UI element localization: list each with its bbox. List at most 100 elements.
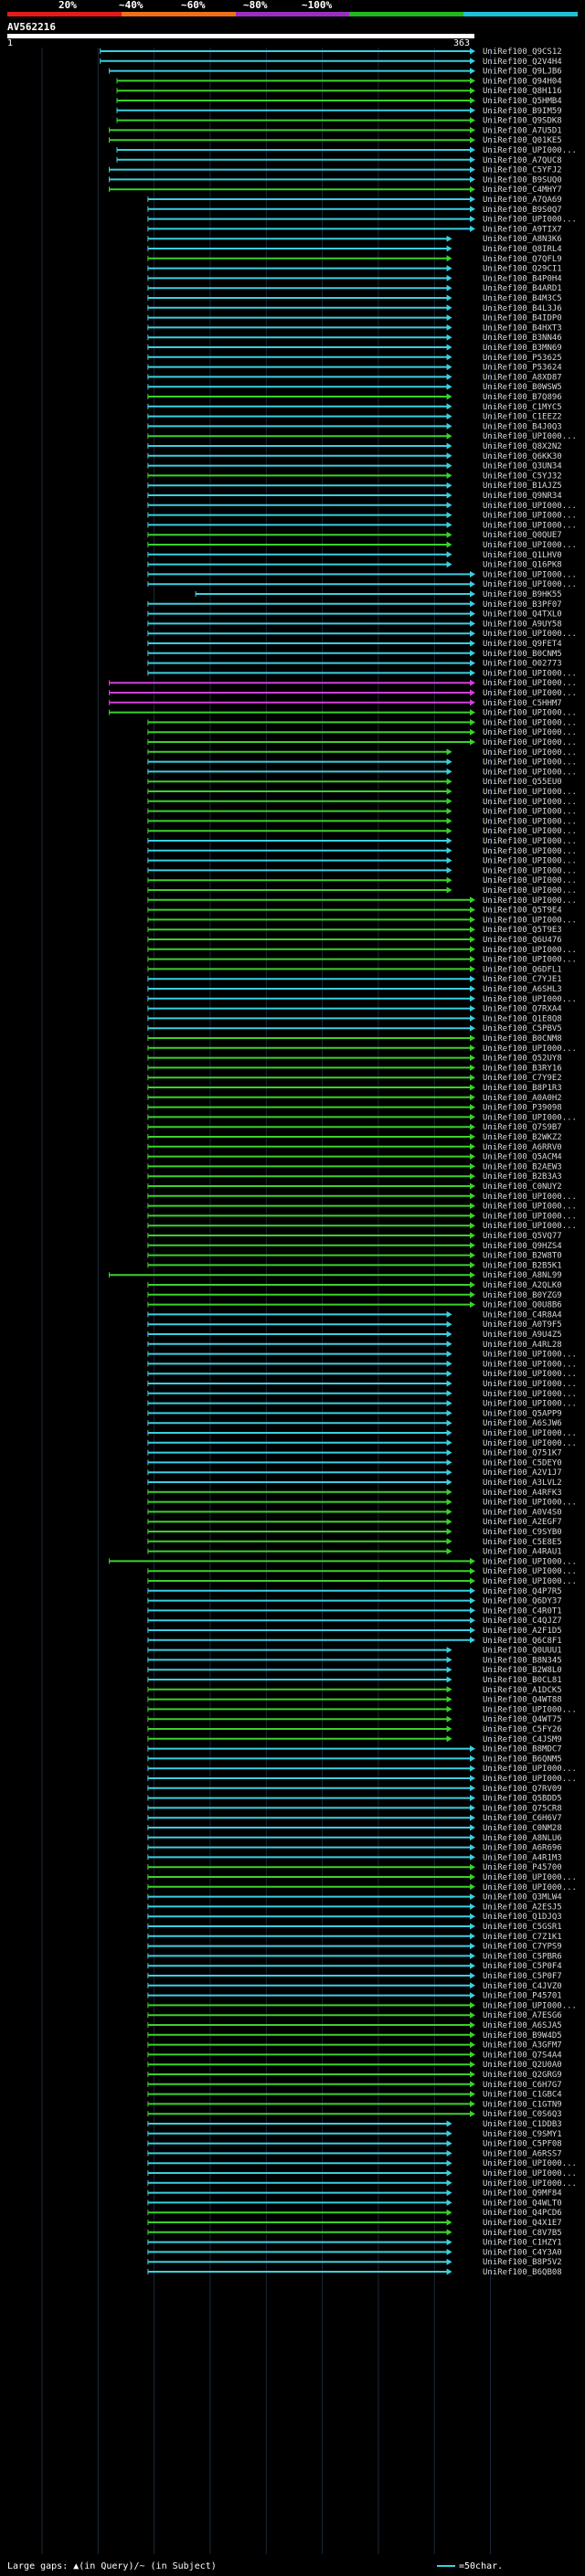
- hit-label[interactable]: UniRef100_B4IDP0: [483, 314, 562, 323]
- hit-label[interactable]: UniRef100_UPI000...: [483, 1390, 577, 1399]
- hit-label[interactable]: UniRef100_A7ESG6: [483, 2011, 562, 2020]
- hit-label[interactable]: UniRef100_B4M3C5: [483, 294, 562, 303]
- hit-label[interactable]: UniRef100_Q8X2N2: [483, 442, 562, 451]
- hit-label[interactable]: UniRef100_Q4P7R5: [483, 1587, 562, 1596]
- hit-label[interactable]: UniRef100_B8MDC7: [483, 1745, 562, 1754]
- hit-label[interactable]: UniRef100_P53625: [483, 354, 562, 363]
- hit-label[interactable]: UniRef100_Q9FET4: [483, 640, 562, 649]
- hit-label[interactable]: UniRef100_A4R1M3: [483, 1853, 562, 1862]
- hit-label[interactable]: UniRef100_UPI000...: [483, 1705, 577, 1714]
- hit-label[interactable]: UniRef100_B0WSW5: [483, 383, 562, 392]
- hit-label[interactable]: UniRef100_Q5BDD5: [483, 1795, 562, 1804]
- hit-label[interactable]: UniRef100_C1GTN9: [483, 2100, 562, 2109]
- hit-label[interactable]: UniRef100_C4JVZ0: [483, 1982, 562, 1991]
- hit-label[interactable]: UniRef100_UPI000...: [483, 1765, 577, 1774]
- hit-label[interactable]: UniRef100_C5YFJ2: [483, 166, 562, 175]
- hit-label[interactable]: UniRef100_C0S6Q3: [483, 2110, 562, 2119]
- hit-label[interactable]: UniRef100_UPI000...: [483, 502, 577, 511]
- hit-label[interactable]: UniRef100_A9UY58: [483, 620, 562, 629]
- hit-label[interactable]: UniRef100_B9HK55: [483, 590, 562, 599]
- hit-label[interactable]: UniRef100_Q7RXA4: [483, 1005, 562, 1014]
- hit-label[interactable]: UniRef100_UPI000...: [483, 146, 577, 155]
- hit-label[interactable]: UniRef100_Q1DJQ3: [483, 1913, 562, 1922]
- hit-label[interactable]: UniRef100_C6H6V7: [483, 1814, 562, 1823]
- hit-label[interactable]: UniRef100_UPI000...: [483, 512, 577, 521]
- hit-label[interactable]: UniRef100_B8P1R3: [483, 1084, 562, 1093]
- hit-label[interactable]: UniRef100_UPI000...: [483, 216, 577, 225]
- hit-label[interactable]: UniRef100_Q6DY37: [483, 1597, 562, 1606]
- hit-label[interactable]: UniRef100_A1DCK5: [483, 1686, 562, 1695]
- hit-label[interactable]: UniRef100_C5FY26: [483, 1725, 562, 1734]
- hit-label[interactable]: UniRef100_P53624: [483, 364, 562, 373]
- hit-label[interactable]: UniRef100_UPI000...: [483, 1400, 577, 1409]
- hit-label[interactable]: UniRef100_UPI000...: [483, 1775, 577, 1784]
- hit-label[interactable]: UniRef100_B3MN69: [483, 344, 562, 353]
- hit-label[interactable]: UniRef100_A8N3K6: [483, 235, 562, 244]
- hit-label[interactable]: UniRef100_Q94H04: [483, 77, 562, 86]
- hit-label[interactable]: UniRef100_UPI000...: [483, 1351, 577, 1360]
- hit-label[interactable]: UniRef100_A4RAU1: [483, 1548, 562, 1557]
- hit-label[interactable]: UniRef100_B4L3J6: [483, 304, 562, 313]
- hit-label[interactable]: UniRef100_A0A0H2: [483, 1094, 562, 1103]
- hit-label[interactable]: UniRef100_B6QNM5: [483, 1754, 562, 1764]
- hit-label[interactable]: UniRef100_B9IM59: [483, 107, 562, 116]
- hit-label[interactable]: UniRef100_Q4TXL0: [483, 610, 562, 620]
- hit-label[interactable]: UniRef100_UPI000...: [483, 1360, 577, 1369]
- hit-label[interactable]: UniRef100_Q9LJB6: [483, 68, 562, 77]
- hit-label[interactable]: UniRef100_Q6DFL1: [483, 965, 562, 974]
- hit-label[interactable]: UniRef100_Q2U0A0: [483, 2061, 562, 2070]
- hit-label[interactable]: UniRef100_Q5APP9: [483, 1409, 562, 1418]
- hit-label[interactable]: UniRef100_C4R8A4: [483, 1310, 562, 1320]
- hit-label[interactable]: UniRef100_A3GFM7: [483, 2041, 562, 2051]
- hit-label[interactable]: UniRef100_UPI000...: [483, 1429, 577, 1438]
- hit-label[interactable]: UniRef100_UPI000...: [483, 1370, 577, 1379]
- hit-label[interactable]: UniRef100_B0YZG9: [483, 1291, 562, 1300]
- hit-label[interactable]: UniRef100_Q4WT88: [483, 1696, 562, 1705]
- hit-label[interactable]: UniRef100_UPI000...: [483, 2159, 577, 2168]
- hit-label[interactable]: UniRef100_UPI000...: [483, 1499, 577, 1508]
- hit-label[interactable]: UniRef100_B2AEW3: [483, 1162, 562, 1171]
- hit-label[interactable]: UniRef100_C8V7B5: [483, 2229, 562, 2238]
- hit-label[interactable]: UniRef100_Q6U476: [483, 936, 562, 945]
- hit-label[interactable]: UniRef100_UPI000...: [483, 718, 577, 727]
- hit-label[interactable]: UniRef100_A8NLU6: [483, 1834, 562, 1843]
- hit-label[interactable]: UniRef100_UPI000...: [483, 827, 577, 836]
- hit-label[interactable]: UniRef100_A7U5D1: [483, 126, 562, 135]
- hit-label[interactable]: UniRef100_A2EGF7: [483, 1518, 562, 1527]
- hit-label[interactable]: UniRef100_A6SHL3: [483, 985, 562, 994]
- hit-label[interactable]: UniRef100_B3PF07: [483, 600, 562, 610]
- hit-label[interactable]: UniRef100_B3NN46: [483, 334, 562, 343]
- hit-label[interactable]: UniRef100_B0CL81: [483, 1676, 562, 1685]
- hit-label[interactable]: UniRef100_Q4X1E7: [483, 2219, 562, 2228]
- hit-label[interactable]: UniRef100_B9S0Q7: [483, 206, 562, 215]
- hit-label[interactable]: UniRef100_A9U4Z5: [483, 1330, 562, 1340]
- hit-label[interactable]: UniRef100_C5GSR1: [483, 1923, 562, 1932]
- hit-label[interactable]: UniRef100_UPI000...: [483, 956, 577, 965]
- hit-label[interactable]: UniRef100_B8P5V2: [483, 2258, 562, 2267]
- hit-label[interactable]: UniRef100_C1HZY1: [483, 2239, 562, 2248]
- hit-label[interactable]: UniRef100_UPI000...: [483, 679, 577, 688]
- hit-label[interactable]: UniRef100_C1GBC4: [483, 2091, 562, 2100]
- hit-label[interactable]: UniRef100_P45701: [483, 1992, 562, 2001]
- hit-label[interactable]: UniRef100_Q16PK8: [483, 561, 562, 570]
- hit-label[interactable]: UniRef100_Q5ACM4: [483, 1153, 562, 1162]
- hit-label[interactable]: UniRef100_B2B3A3: [483, 1172, 562, 1182]
- hit-label[interactable]: UniRef100_A2V1J7: [483, 1468, 562, 1478]
- hit-label[interactable]: UniRef100_UPI000...: [483, 1222, 577, 1231]
- hit-label[interactable]: UniRef100_UPI000...: [483, 748, 577, 758]
- hit-label[interactable]: UniRef100_C1EEZ2: [483, 413, 562, 422]
- hit-label[interactable]: UniRef100_A2ESJ5: [483, 1903, 562, 1912]
- hit-label[interactable]: UniRef100_B4HXT3: [483, 323, 562, 333]
- hit-label[interactable]: UniRef100_C5PBV5: [483, 1024, 562, 1034]
- hit-label[interactable]: UniRef100_C5E8E5: [483, 1538, 562, 1547]
- hit-label[interactable]: UniRef100_A6SJW6: [483, 1419, 562, 1428]
- hit-label[interactable]: UniRef100_UPI000...: [483, 995, 577, 1004]
- hit-label[interactable]: UniRef100_Q5T9E4: [483, 906, 562, 916]
- hit-label[interactable]: UniRef100_C9SYB0: [483, 1528, 562, 1537]
- hit-label[interactable]: UniRef100_B0CNM8: [483, 1034, 562, 1044]
- hit-label[interactable]: UniRef100_C4Y3A0: [483, 2248, 562, 2257]
- hit-label[interactable]: UniRef100_C7Y9E2: [483, 1074, 562, 1083]
- hit-label[interactable]: UniRef100_Q55EU0: [483, 778, 562, 787]
- hit-label[interactable]: UniRef100_Q9MF84: [483, 2189, 562, 2199]
- hit-label[interactable]: UniRef100_Q8H116: [483, 87, 562, 96]
